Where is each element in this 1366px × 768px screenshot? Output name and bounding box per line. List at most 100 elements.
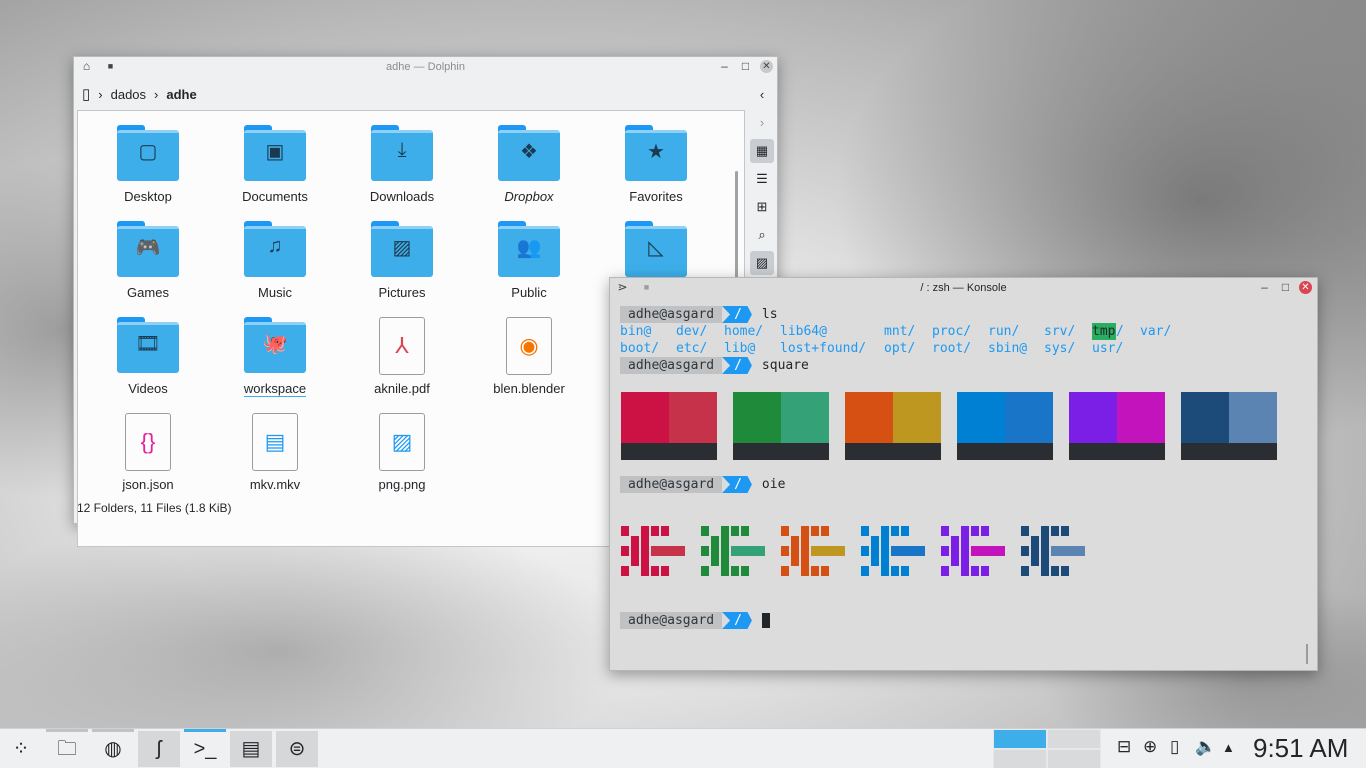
- terminal-icon[interactable]: ⋗: [616, 281, 629, 294]
- folder-item[interactable]: 🎞 Videos: [87, 317, 209, 396]
- forward-button[interactable]: ›: [750, 111, 774, 135]
- users-icon: 👥: [516, 237, 542, 259]
- taskbar: ⁘ 🗀 ◍ ʃ >_ ▤ ⊜ ⊟ ⊕ ▯ 🔈 ▲ 9:51 AM: [0, 728, 1366, 768]
- folder-item[interactable]: 🐙 workspace: [214, 317, 336, 397]
- ls-entry: boot/: [620, 341, 660, 356]
- folder-item[interactable]: ▨ Pictures: [341, 221, 463, 300]
- maximize-button[interactable]: □: [1279, 281, 1292, 294]
- templates-icon: ◺: [648, 237, 664, 259]
- window-title: adhe — Dolphin: [386, 61, 465, 73]
- desktop-4[interactable]: [1047, 749, 1101, 768]
- back-button[interactable]: ‹: [750, 83, 774, 107]
- ls-entry: etc/: [676, 341, 708, 356]
- clock[interactable]: 9:51 AM: [1253, 733, 1348, 764]
- chevron-right-icon: ›: [154, 86, 159, 102]
- folder-item[interactable]: ◺: [595, 221, 717, 285]
- tray-expand-icon[interactable]: ▲: [1222, 740, 1235, 755]
- ls-entry: home/: [724, 324, 764, 339]
- item-label: blen.blender: [493, 381, 565, 396]
- volume-icon[interactable]: 🔈: [1195, 737, 1216, 757]
- file-item[interactable]: ▤ mkv.mkv: [214, 413, 336, 492]
- folder-icon: 🐙: [244, 317, 306, 373]
- dolphin-side-toolbar: ‹ › ▦ ☰ ⊞ ⌕ ▨: [750, 83, 776, 279]
- settings-task-icon[interactable]: ⊜: [276, 731, 318, 767]
- scrollbar[interactable]: [1306, 644, 1308, 664]
- ls-entry: sys/: [1044, 341, 1076, 356]
- item-label: Documents: [242, 189, 308, 204]
- folder-item[interactable]: 👥 Public: [468, 221, 590, 300]
- notes-task-icon[interactable]: ▤: [230, 731, 272, 767]
- icons-view-button[interactable]: ▦: [750, 139, 774, 163]
- folder-item[interactable]: ⤓ Downloads: [341, 125, 463, 204]
- color-square: [957, 392, 1053, 460]
- ls-entry: srv/: [1044, 324, 1076, 339]
- ls-entry: bin@: [620, 324, 652, 339]
- file-item[interactable]: ◉ blen.blender: [468, 317, 590, 396]
- pin-icon[interactable]: ■: [640, 281, 653, 294]
- konsole-task-icon[interactable]: >_: [184, 729, 226, 767]
- firefox-task-icon[interactable]: ◍: [92, 729, 134, 767]
- desktop-3[interactable]: [993, 749, 1047, 768]
- pin-icon[interactable]: ■: [104, 60, 117, 73]
- minimize-button[interactable]: –: [1258, 281, 1271, 294]
- dolphin-task-icon[interactable]: 🗀: [46, 729, 88, 767]
- network-icon[interactable]: ⊟: [1117, 737, 1131, 757]
- folder-item[interactable]: ▣ Documents: [214, 125, 336, 204]
- color-glyph: [701, 526, 765, 578]
- ls-entry: lib@: [724, 341, 756, 356]
- desktop-2[interactable]: [1047, 729, 1101, 749]
- dolphin-titlebar[interactable]: ⌂ ■ adhe — Dolphin – □ ✕: [74, 57, 777, 78]
- terminal-input-line[interactable]: adhe@asgard /: [620, 612, 770, 629]
- prompt-dir: /: [722, 612, 752, 629]
- terminal-output[interactable]: adhe@asgard / ls bin@ dev/home/lib64@ mnt/pr…: [620, 306, 1180, 374]
- desktop-1[interactable]: [993, 729, 1047, 749]
- konsole-titlebar[interactable]: ⋗ ■ / : zsh — Konsole – □ ✕: [610, 278, 1317, 299]
- maximize-button[interactable]: □: [739, 60, 752, 73]
- command-square: square: [761, 358, 809, 373]
- color-glyph: [941, 526, 1005, 578]
- close-button[interactable]: ✕: [760, 60, 773, 73]
- item-label: Videos: [128, 381, 168, 396]
- color-glyph: [621, 526, 685, 578]
- item-label: Pictures: [378, 285, 426, 300]
- updates-icon[interactable]: ⊕: [1143, 737, 1157, 757]
- search-button[interactable]: ⌕: [750, 223, 774, 247]
- folder-item[interactable]: 🎮 Games: [87, 221, 209, 300]
- tree-view-button[interactable]: ⊞: [750, 195, 774, 219]
- app-launcher-icon[interactable]: ⁘: [0, 731, 42, 767]
- folder-item[interactable]: ❖ Dropbox: [468, 125, 590, 204]
- folder-icon: ▨: [371, 221, 433, 277]
- folder-icon: ★: [625, 125, 687, 181]
- drive-icon[interactable]: ▯: [82, 85, 90, 103]
- folder-item[interactable]: ★ Favorites: [595, 125, 717, 204]
- folder-icon: ◺: [625, 221, 687, 277]
- ls-row: bin@ dev/home/lib64@ mnt/proc/run/srv/tmp /…: [620, 323, 1180, 340]
- file-item[interactable]: ▨ png.png: [341, 413, 463, 492]
- folder-item[interactable]: ♫ Music: [214, 221, 336, 300]
- breadcrumb-adhe[interactable]: adhe: [166, 87, 196, 102]
- ls-entry: var/: [1140, 324, 1172, 339]
- command-ls: ls: [761, 307, 778, 322]
- ls-entry: proc/: [932, 324, 972, 339]
- color-glyph: [1021, 526, 1085, 578]
- file-item[interactable]: ⅄ aknile.pdf: [341, 317, 463, 396]
- konsole-window[interactable]: ⋗ ■ / : zsh — Konsole – □ ✕ adhe@asgard /…: [609, 277, 1318, 671]
- minimize-button[interactable]: –: [718, 60, 731, 73]
- item-label: workspace: [243, 381, 307, 397]
- file-item[interactable]: {} json.json: [87, 413, 209, 492]
- close-button[interactable]: ✕: [1299, 281, 1312, 294]
- virtual-desktop-pager[interactable]: [993, 729, 1101, 768]
- clipboard-icon[interactable]: ▯: [1170, 737, 1179, 757]
- item-label: Public: [511, 285, 547, 300]
- item-label: Music: [258, 285, 292, 300]
- prompt-dir: /: [722, 306, 752, 323]
- prompt-user: adhe@asgard: [620, 357, 723, 374]
- folder-icon: ♫: [244, 221, 306, 277]
- details-view-button[interactable]: ☰: [750, 167, 774, 191]
- app-menu-icon[interactable]: ⌂: [80, 60, 93, 73]
- inkscape-task-icon[interactable]: ʃ: [138, 731, 180, 767]
- breadcrumb-dados[interactable]: dados: [111, 87, 146, 102]
- color-pattern: [621, 526, 1101, 578]
- preview-button[interactable]: ▨: [750, 251, 774, 275]
- folder-item[interactable]: ▢ Desktop: [87, 125, 209, 204]
